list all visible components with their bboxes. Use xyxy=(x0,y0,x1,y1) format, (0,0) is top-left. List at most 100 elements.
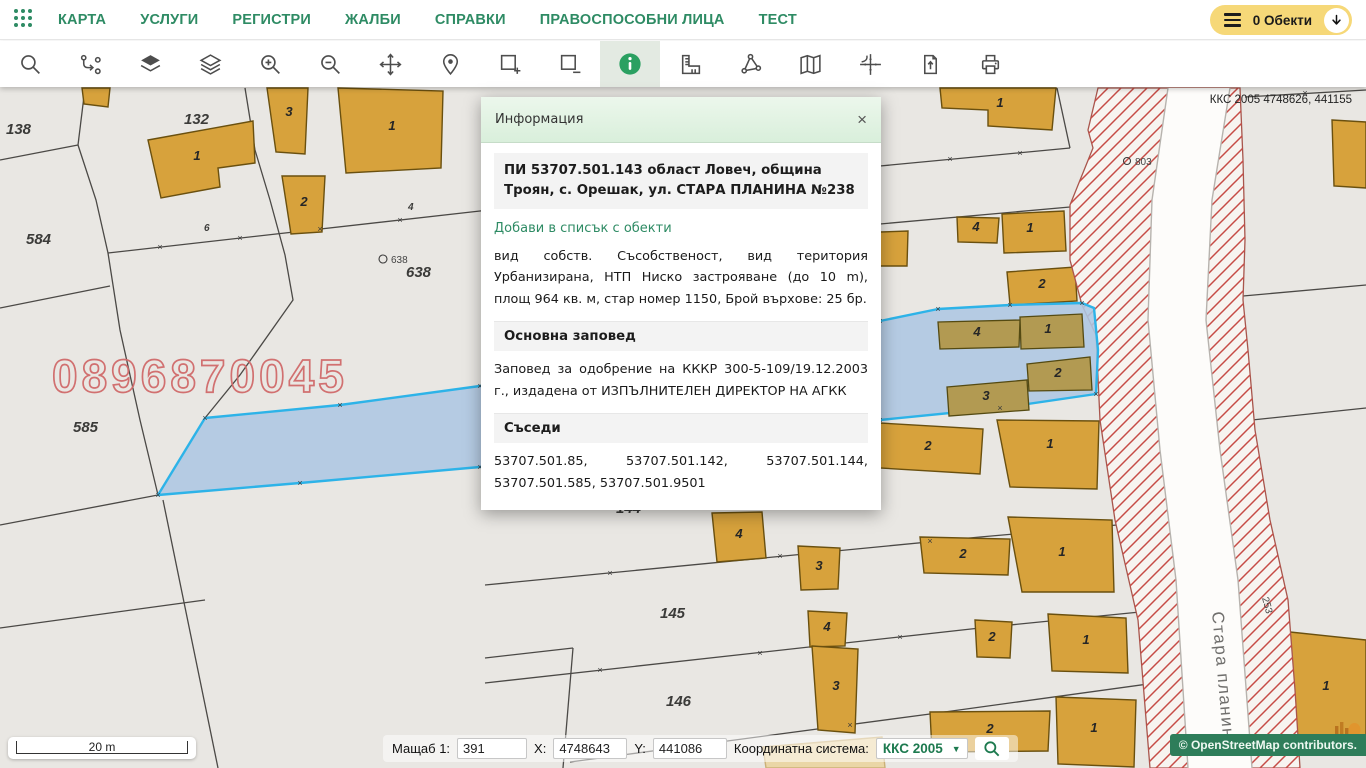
map-corner-coordinates: ККС 2005 4748626, 441155 xyxy=(1210,94,1352,106)
layers-filled-icon xyxy=(138,52,163,77)
pan-icon xyxy=(378,52,403,77)
search-icon xyxy=(18,52,43,77)
top-navigation: КАРТА УСЛУГИ РЕГИСТРИ ЖАЛБИ СПРАВКИ ПРАВ… xyxy=(0,0,1366,40)
chevron-down-icon: ▼ xyxy=(952,744,961,754)
menu-icon xyxy=(1224,13,1241,26)
parcel-label: 638 xyxy=(406,264,432,281)
parcel-label: 146 xyxy=(666,693,692,710)
vertex-cross: × xyxy=(1079,298,1084,308)
neighbours-text: 53707.501.85, 53707.501.142, 53707.501.1… xyxy=(494,451,868,494)
building-number: 3 xyxy=(832,678,840,693)
vertex-cross: × xyxy=(317,224,322,234)
parcel-label: 145 xyxy=(660,605,686,622)
watermark-text: 0896870045 xyxy=(52,350,348,402)
building-number: 4 xyxy=(734,526,743,541)
attribution-text: © OpenStreetMap contributors. xyxy=(1179,738,1357,752)
map-statusbar-controls: Мащаб 1: X: Y: Координатна система: ККС … xyxy=(383,735,1018,762)
tool-search-button[interactable] xyxy=(0,41,60,87)
building-number: 2 xyxy=(299,194,308,209)
tool-layers-button[interactable] xyxy=(180,41,240,87)
tool-measure-area-button[interactable] xyxy=(720,41,780,87)
vertex-cross: × xyxy=(297,478,302,488)
vertex-cross: × xyxy=(897,632,902,642)
vertex-cross: × xyxy=(1007,300,1012,310)
select-area-add-icon xyxy=(498,52,523,77)
objects-count-label: 0 Обекти xyxy=(1253,13,1312,28)
tool-select-area-remove-button[interactable] xyxy=(540,41,600,87)
coordinate-search-button[interactable] xyxy=(975,737,1009,760)
nav-item-test[interactable]: ТЕСТ xyxy=(759,12,797,28)
building-number: 1 xyxy=(1026,220,1033,235)
building-number: 1 xyxy=(1046,436,1053,451)
vertex-cross: × xyxy=(935,304,940,314)
vertex-cross: × xyxy=(397,215,402,225)
vertex-cross: × xyxy=(237,233,242,243)
main-order-text: Заповед за одобрение на КККР 300-5-109/1… xyxy=(494,359,868,402)
layers-icon xyxy=(198,52,223,77)
tool-coordinates-button[interactable] xyxy=(840,41,900,87)
location-pin-icon xyxy=(438,52,463,77)
vertex-cross: × xyxy=(757,648,762,658)
tool-info-button[interactable] xyxy=(600,41,660,87)
tool-layers-filled-button[interactable] xyxy=(120,41,180,87)
building-number: 2 xyxy=(987,629,996,644)
tool-zoom-in-button[interactable] xyxy=(240,41,300,87)
vertex-cross: × xyxy=(847,720,852,730)
building-number: 1 xyxy=(1044,321,1051,336)
close-icon[interactable]: × xyxy=(857,111,867,128)
tool-export-button[interactable] xyxy=(900,41,960,87)
tool-route-button[interactable] xyxy=(60,41,120,87)
vertex-cross: × xyxy=(947,154,952,164)
parcel-label: 132 xyxy=(184,111,210,128)
nav-item-karta[interactable]: КАРТА xyxy=(58,12,106,28)
vertex-cross: × xyxy=(927,536,932,546)
scale-input[interactable] xyxy=(457,738,527,759)
marker-label: 638 xyxy=(391,255,408,266)
x-coordinate-input[interactable] xyxy=(553,738,627,759)
search-icon xyxy=(982,739,1002,759)
parcel-label: 4 xyxy=(407,202,414,213)
x-label: X: xyxy=(534,741,546,756)
info-popup-header[interactable]: Информация × xyxy=(481,97,881,143)
tool-select-area-add-button[interactable] xyxy=(480,41,540,87)
vertex-cross: × xyxy=(157,242,162,252)
crs-label: Координатна система: xyxy=(734,741,869,756)
info-popup-body: ПИ 53707.501.143 област Ловеч, община Тр… xyxy=(481,143,881,510)
vertex-cross: × xyxy=(202,413,207,423)
info-icon xyxy=(617,51,643,77)
expand-objects-button[interactable] xyxy=(1324,8,1349,33)
scale-label: Мащаб 1: xyxy=(392,741,450,756)
building-number: 2 xyxy=(958,546,967,561)
nav-item-zhalbi[interactable]: ЖАЛБИ xyxy=(345,12,401,28)
zoom-out-icon xyxy=(318,52,343,77)
crs-select[interactable]: ККС 2005 ▼ xyxy=(876,738,968,759)
nav-item-registri[interactable]: РЕГИСТРИ xyxy=(232,12,311,28)
vertex-cross: × xyxy=(1093,389,1098,399)
y-coordinate-input[interactable] xyxy=(653,738,727,759)
map-toolbar xyxy=(0,41,1366,87)
building-number: 1 xyxy=(193,148,200,163)
crs-value: ККС 2005 xyxy=(883,741,943,756)
parcel-heading: ПИ 53707.501.143 област Ловеч, община Тр… xyxy=(494,153,868,209)
objects-button[interactable]: 0 Обекти xyxy=(1210,5,1352,35)
apps-grid-icon[interactable] xyxy=(14,9,36,31)
nav-item-spravki[interactable]: СПРАВКИ xyxy=(435,12,506,28)
building-number: 3 xyxy=(285,104,293,119)
tool-measure-length-button[interactable] xyxy=(660,41,720,87)
nav-item-pravosposobni-litsa[interactable]: ПРАВОСПОСОБНИ ЛИЦА xyxy=(540,12,725,28)
osm-attribution[interactable]: © OpenStreetMap contributors. xyxy=(1170,734,1366,756)
add-to-objects-link[interactable]: Добави в списък с обекти xyxy=(494,221,868,236)
tool-print-button[interactable] xyxy=(960,41,1020,87)
tool-location-button[interactable] xyxy=(420,41,480,87)
building-number: 1 xyxy=(996,95,1003,110)
building-number: 1 xyxy=(1322,678,1329,693)
building xyxy=(997,420,1099,489)
nav-item-uslugi[interactable]: УСЛУГИ xyxy=(140,12,198,28)
parcel-label: 138 xyxy=(6,121,32,138)
export-page-icon xyxy=(918,52,943,77)
parcel-label: 584 xyxy=(26,231,52,248)
tool-zoom-out-button[interactable] xyxy=(300,41,360,87)
tool-map-overview-button[interactable] xyxy=(780,41,840,87)
print-icon xyxy=(978,52,1003,77)
tool-pan-button[interactable] xyxy=(360,41,420,87)
